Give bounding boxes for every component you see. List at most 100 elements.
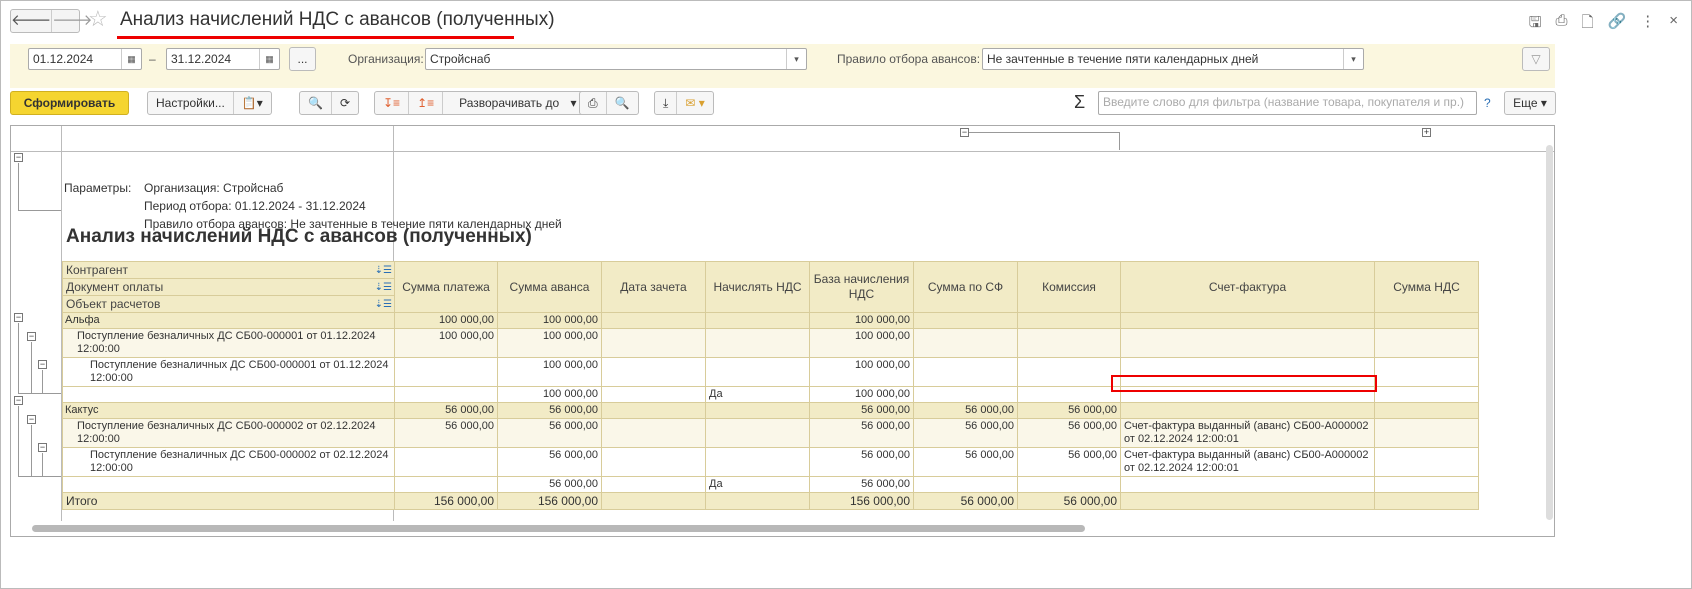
more-vertical-icon[interactable]: ⋮ <box>1640 12 1655 37</box>
date-to-input[interactable]: 31.12.2024 ▦ <box>166 48 280 70</box>
help-icon[interactable]: ? <box>1484 96 1491 110</box>
cell <box>394 386 498 403</box>
cell <box>913 328 1018 358</box>
collapse-row-icon[interactable]: − <box>38 443 47 452</box>
tree-line <box>18 476 61 477</box>
column-header[interactable]: Комиссия <box>1017 261 1121 313</box>
column-header[interactable]: Сумма платежа <box>394 261 498 313</box>
cell: 56 000,00 <box>497 447 602 477</box>
tree-line <box>18 323 19 393</box>
column-header[interactable]: Сумма по СФ <box>913 261 1018 313</box>
favorite-star-icon[interactable]: ☆ <box>88 6 108 32</box>
cell <box>913 386 1018 403</box>
sort-icon[interactable]: ⇣☰ <box>375 280 392 295</box>
group-header[interactable]: Объект расчетов ⇣☰ <box>62 295 395 313</box>
column-header[interactable]: Сумма НДС <box>1374 261 1479 313</box>
org-select[interactable]: Стройснаб ▾ <box>425 48 807 70</box>
cell <box>705 418 810 448</box>
cell: 56 000,00 <box>497 402 602 419</box>
report-params: Параметры: Организация: Стройснаб Период о… <box>64 179 562 233</box>
expand-to-button[interactable]: Разворачивать до ▾ <box>442 92 584 114</box>
tree-line <box>18 163 19 210</box>
filter-icon[interactable]: ▽ <box>1522 47 1550 71</box>
date-dash: – <box>149 52 156 66</box>
table-row[interactable]: Поступление безналичных ДС СБ00-000001 о… <box>62 328 1479 358</box>
preview-icon[interactable]: 🔍 <box>605 92 638 114</box>
sum-icon[interactable]: Σ <box>1074 92 1085 113</box>
collapse-row-icon[interactable]: − <box>14 396 23 405</box>
cell <box>705 312 810 329</box>
total-cell <box>1374 492 1479 510</box>
variants-icon[interactable]: 📋▾ <box>232 92 271 114</box>
chevron-down-icon[interactable]: ▾ <box>786 49 806 69</box>
print-icon[interactable]: ⎙ <box>1555 12 1567 37</box>
collapse-columns-icon[interactable]: − <box>960 128 969 137</box>
collapse-row-icon[interactable]: − <box>27 332 36 341</box>
param-value: Организация: Стройснаб <box>144 181 284 195</box>
table-row[interactable]: Поступление безналичных ДС СБ00-000002 о… <box>62 418 1479 448</box>
cell <box>1120 476 1375 493</box>
rule-select[interactable]: Не зачтенные в течение пяти календарных … <box>982 48 1364 70</box>
print-icon[interactable]: ⎙ <box>580 92 606 114</box>
column-header[interactable]: Счет-фактура <box>1120 261 1375 313</box>
group-header[interactable]: Документ оплаты ⇣☰ <box>62 278 395 296</box>
collapse-all-icon[interactable]: ↥≡ <box>408 92 442 114</box>
search-reset-icon[interactable]: ⟳ <box>330 92 358 114</box>
preview-icon[interactable]: 🗋 <box>1581 12 1593 37</box>
table-row[interactable]: Альфа 100 000,00 100 000,00 100 000,00 <box>62 312 1479 329</box>
print-group: ⎙ 🔍 <box>579 91 639 115</box>
expand-all-icon[interactable]: ↧≡ <box>375 92 408 114</box>
table-row[interactable]: Поступление безналичных ДС СБ00-000002 о… <box>62 447 1479 477</box>
calendar-icon[interactable]: ▦ <box>121 49 141 69</box>
cell: 56 000,00 <box>913 402 1018 419</box>
collapse-row-icon[interactable]: − <box>14 313 23 322</box>
horizontal-scrollbar[interactable] <box>32 525 1085 532</box>
cell <box>394 447 498 477</box>
forward-icon[interactable]: 🡒 <box>51 10 92 32</box>
sort-icon[interactable]: ⇣☰ <box>375 263 392 278</box>
more-button[interactable]: Еще ▾ <box>1504 91 1556 115</box>
period-button[interactable]: ... <box>289 47 316 71</box>
close-icon[interactable]: × <box>1669 12 1678 37</box>
row-name <box>62 476 395 493</box>
back-icon[interactable]: 🡐 <box>11 10 51 32</box>
cell: 56 000,00 <box>394 402 498 419</box>
column-header[interactable]: Начислять НДС <box>705 261 810 313</box>
vertical-scrollbar[interactable] <box>1546 145 1553 520</box>
chevron-down-icon[interactable]: ▾ <box>1343 49 1363 69</box>
column-header[interactable]: База начисления НДС <box>809 261 914 313</box>
column-header[interactable]: Сумма аванса <box>497 261 602 313</box>
column-group-line <box>969 132 1119 133</box>
sort-icon[interactable]: ⇣☰ <box>375 297 392 312</box>
highlight-box-empty-invoice <box>1111 375 1377 392</box>
save-icon[interactable]: 🖫 <box>1529 12 1542 37</box>
expand-columns-icon[interactable]: + <box>1422 128 1431 137</box>
table-row[interactable]: 56 000,00 Да 56 000,00 <box>62 476 1479 493</box>
calendar-icon[interactable]: ▦ <box>259 49 279 69</box>
collapse-row-icon[interactable]: − <box>27 415 36 424</box>
email-icon[interactable]: ✉ ▾ <box>676 92 712 114</box>
generate-button[interactable]: Сформировать <box>10 91 129 115</box>
column-header[interactable]: Дата зачета <box>601 261 706 313</box>
download-icon[interactable]: ⤓ <box>655 92 676 114</box>
cell: 100 000,00 <box>394 328 498 358</box>
link-icon[interactable]: 🔗 <box>1608 12 1627 37</box>
collapse-params-icon[interactable]: − <box>14 153 23 162</box>
cell: 100 000,00 <box>497 312 602 329</box>
cell: 100 000,00 <box>497 386 602 403</box>
tree-line <box>31 425 32 477</box>
cell: 100 000,00 <box>497 357 602 387</box>
cell <box>705 402 810 419</box>
group-header[interactable]: Контрагент ⇣☰ <box>62 261 395 279</box>
search-input[interactable]: Введите слово для фильтра (название това… <box>1098 91 1477 115</box>
settings-button[interactable]: Настройки... <box>148 92 233 114</box>
cell <box>705 357 810 387</box>
row-name: Поступление безналичных ДС СБ00-000002 о… <box>62 447 395 477</box>
collapse-row-icon[interactable]: − <box>38 360 47 369</box>
cell <box>601 447 706 477</box>
date-from-input[interactable]: 01.12.2024 ▦ <box>28 48 142 70</box>
cell <box>1374 402 1479 419</box>
rule-label: Правило отбора авансов: <box>837 52 981 66</box>
search-icon[interactable]: 🔍 <box>300 92 331 114</box>
table-row[interactable]: Кактус 56 000,00 56 000,00 56 000,00 56 000,… <box>62 402 1479 419</box>
